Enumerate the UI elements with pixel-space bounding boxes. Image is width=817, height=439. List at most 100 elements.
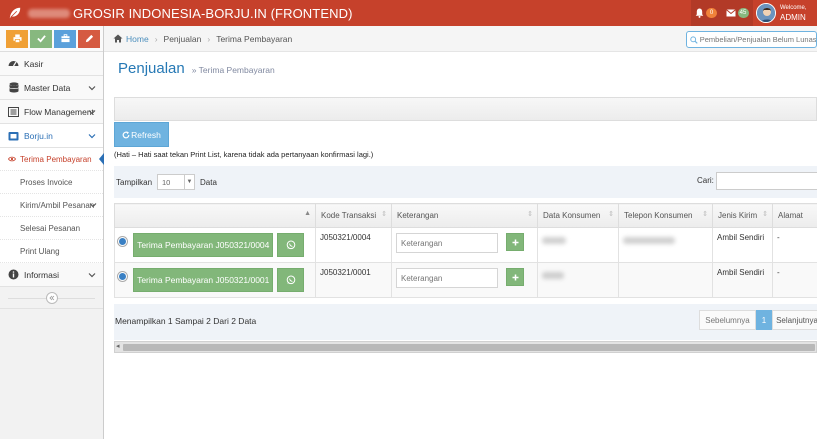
- envelope-icon: [725, 9, 736, 17]
- database-icon: [8, 82, 19, 93]
- redacted-name: [542, 237, 566, 244]
- sidebar-item-informasi[interactable]: Informasi: [0, 263, 103, 287]
- breadcrumb-level1[interactable]: Penjualan: [164, 34, 202, 44]
- chevron-down-icon: [88, 134, 96, 139]
- add-keterangan-button[interactable]: [506, 268, 525, 286]
- page-length-suffix: Data: [200, 177, 217, 187]
- page-length-value: 10: [162, 177, 171, 187]
- page-length-select[interactable]: 10 ▼: [157, 174, 196, 190]
- column-header-jenis-kirim[interactable]: Jenis Kirim ⇕: [712, 203, 773, 228]
- refresh-button[interactable]: Refresh: [114, 122, 169, 147]
- add-keterangan-button[interactable]: [506, 233, 525, 251]
- scroll-left-icon[interactable]: ◂: [116, 342, 120, 352]
- list-icon: [8, 106, 19, 117]
- sidebar-subitem-selesai-pesanan[interactable]: Selesai Pesanan: [0, 217, 103, 240]
- page-title: Penjualan: [118, 60, 185, 77]
- pagination-page-button[interactable]: 1: [756, 310, 772, 330]
- sidebar-item-borjuin[interactable]: Borju.in: [0, 124, 103, 148]
- brand[interactable]: GROSIR INDONESIA-BORJU.IN (FRONTEND): [8, 0, 353, 26]
- sidebar-item-master-data[interactable]: Master Data: [0, 76, 103, 100]
- redacted-phone: [623, 237, 675, 244]
- bell-icon: [695, 8, 704, 18]
- home-icon: [113, 34, 123, 43]
- briefcase-icon: [60, 34, 70, 43]
- sidebar-subitem-label: Kirim/Ambil Pesanan: [20, 200, 95, 210]
- sidebar-subitem-kirim-ambil-pesanan[interactable]: Kirim/Ambil Pesanan: [0, 194, 103, 217]
- sidebar-item-label: Kasir: [24, 58, 44, 69]
- horizontal-scrollbar[interactable]: ◂: [114, 341, 817, 353]
- redacted-name: [542, 272, 564, 279]
- keterangan-input[interactable]: [396, 233, 498, 253]
- pagination-prev-button[interactable]: Sebelumnya: [699, 310, 756, 330]
- print-icon: [12, 34, 22, 43]
- user-menu[interactable]: Welcome, ADMIN: [753, 0, 817, 26]
- breadcrumb-separator-icon: ›: [154, 33, 158, 44]
- sidebar-item-label: Informasi: [24, 269, 59, 280]
- refresh-label: Refresh: [131, 129, 161, 140]
- keterangan-input[interactable]: [396, 268, 498, 288]
- messages-badge: 45: [737, 8, 749, 18]
- sidebar-subitem-proses-invoice[interactable]: Proses Invoice: [0, 171, 103, 194]
- column-header-keterangan[interactable]: Keterangan ⇕: [391, 203, 538, 228]
- leaf-icon: [9, 7, 21, 19]
- whatsapp-icon: [286, 275, 296, 285]
- messages-button[interactable]: 45: [721, 0, 753, 26]
- sidebar-subitem-label: Proses Invoice: [20, 177, 73, 187]
- whatsapp-button[interactable]: [277, 233, 305, 257]
- table-search-input[interactable]: [716, 172, 817, 190]
- brand-title: GROSIR INDONESIA-BORJU.IN (FRONTEND): [73, 5, 353, 21]
- sidebar-item-kasir[interactable]: Kasir: [0, 52, 103, 76]
- column-header-data-konsumen[interactable]: Data Konsumen ⇕: [537, 203, 619, 228]
- chevron-down-icon: [88, 86, 96, 91]
- sidebar-collapse-button[interactable]: [45, 291, 58, 304]
- shortcut-check-button[interactable]: [30, 29, 52, 48]
- cell-kode: J050321/0004: [315, 227, 392, 263]
- expand-row-icon[interactable]: [118, 272, 127, 281]
- check-icon: [36, 35, 46, 43]
- table-footer: Menampilkan 1 Sampai 2 Dari 2 Data Sebel…: [114, 304, 817, 340]
- pagination-next-button[interactable]: Selanjutnya: [772, 310, 817, 330]
- cell-jenis-kirim: Ambil Sendiri: [712, 262, 773, 298]
- column-header-alamat[interactable]: Alamat: [772, 203, 817, 228]
- user-name: ADMIN: [780, 13, 806, 22]
- brand-prefix-blurred: [28, 8, 70, 18]
- sidebar-subitem-label: Selesai Pesanan: [20, 223, 81, 233]
- sidebar-subitem-label: Print Ulang: [20, 246, 60, 256]
- sidebar-collapse-bar: [0, 287, 103, 309]
- sidebar-item-flow-management[interactable]: Flow Management: [0, 100, 103, 124]
- global-search-input[interactable]: [699, 35, 816, 44]
- whatsapp-button[interactable]: [277, 268, 305, 292]
- table-row: Terima Pembayaran J050321/0004 J050321/0…: [114, 227, 817, 263]
- table-search-label: Cari:: [697, 176, 714, 185]
- sidebar-subitem-print-ulang[interactable]: Print Ulang: [0, 240, 103, 263]
- sort-icon: ⇕: [608, 211, 614, 218]
- sort-asc-icon: ▲: [304, 210, 311, 217]
- table-toolbar: Tampilkan 10 ▼ Data Cari:: [114, 166, 817, 198]
- tachometer-icon: [8, 58, 19, 69]
- cell-kode: J050321/0001: [315, 262, 392, 298]
- sort-icon: ⇕: [527, 211, 533, 218]
- sidebar-subitem-terima-pembayaran[interactable]: Terima Pembayaran: [0, 148, 104, 171]
- shortcut-print-button[interactable]: [6, 29, 28, 48]
- page-header: Penjualan » Terima Pembayaran: [118, 60, 275, 77]
- table-info: Menampilkan 1 Sampai 2 Dari 2 Data: [115, 316, 257, 326]
- plus-icon: [512, 239, 519, 245]
- expand-row-icon[interactable]: [118, 237, 127, 246]
- terima-pembayaran-button[interactable]: Terima Pembayaran J050321/0004: [133, 233, 274, 257]
- shortcut-briefcase-button[interactable]: [54, 29, 76, 48]
- scrollbar-thumb[interactable]: [123, 344, 815, 351]
- breadcrumb-home-link[interactable]: Home: [126, 34, 149, 44]
- cell-telepon: [618, 262, 713, 298]
- shortcut-pencil-button[interactable]: [78, 29, 100, 48]
- terima-pembayaran-button[interactable]: Terima Pembayaran J050321/0001: [133, 268, 274, 292]
- whatsapp-icon: [286, 240, 296, 250]
- column-header-kode[interactable]: Kode Transaksi ⇕: [315, 203, 392, 228]
- widget-header-strip: [114, 97, 817, 121]
- column-header-action[interactable]: ▲: [114, 203, 316, 228]
- column-header-telepon[interactable]: Telepon Konsumen ⇕: [618, 203, 713, 228]
- page-subtitle: » Terima Pembayaran: [191, 65, 275, 75]
- notifications-button[interactable]: 0: [691, 0, 721, 26]
- search-icon: [690, 35, 698, 44]
- global-search: [686, 31, 817, 48]
- cell-jenis-kirim: Ambil Sendiri: [712, 227, 773, 263]
